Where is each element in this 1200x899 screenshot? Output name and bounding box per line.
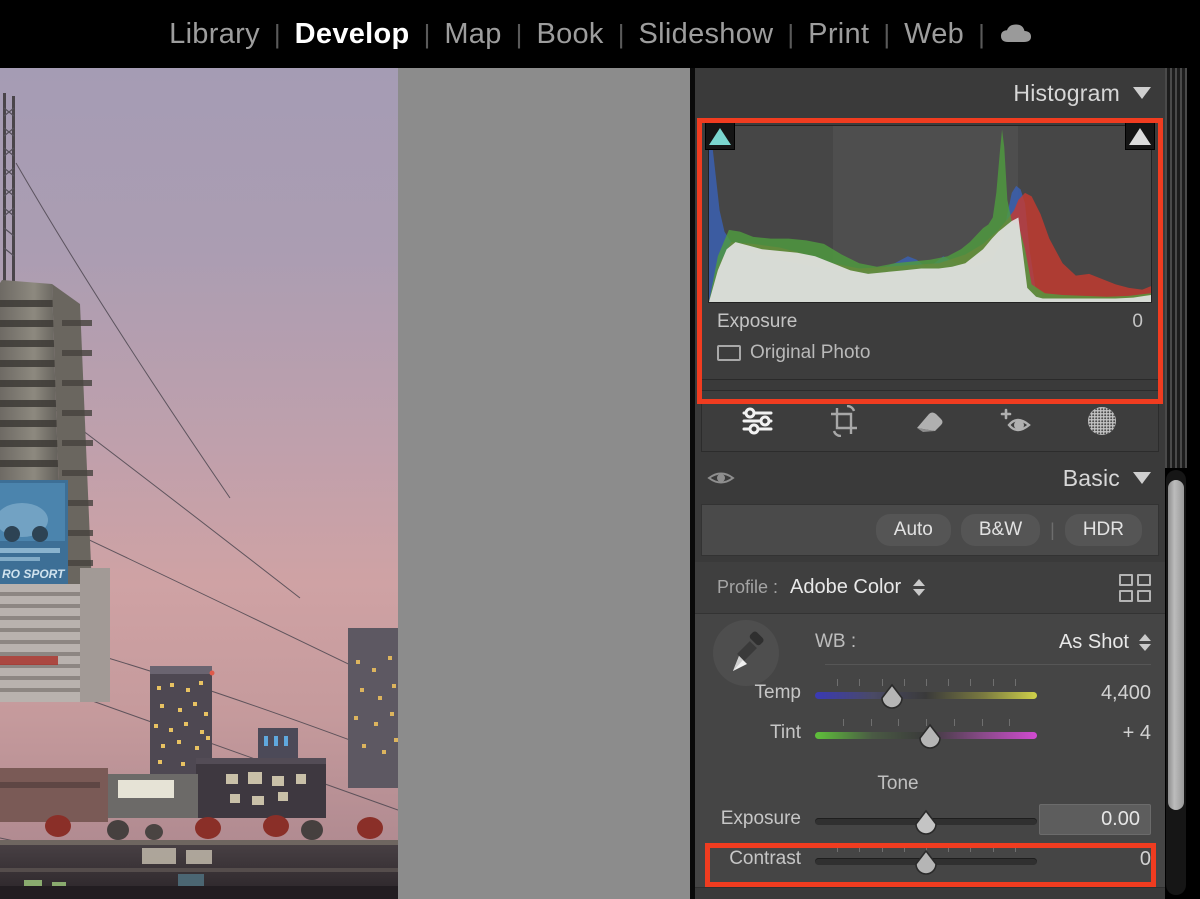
panel-resize-grip[interactable] (1165, 68, 1187, 468)
contrast-label: Contrast (695, 848, 815, 870)
chevron-updown-icon[interactable] (913, 579, 925, 596)
auto-button[interactable]: Auto (876, 514, 951, 546)
exposure-slider-row: Exposure 0.00 (695, 799, 1165, 839)
panel-bottom-strip (695, 887, 1165, 899)
tone-section: Tone Exposure 0.00 Contrast (695, 763, 1165, 887)
tint-label: Tint (695, 722, 815, 744)
temp-value[interactable]: 4,400 (1077, 682, 1151, 705)
tint-slider[interactable] (815, 717, 1037, 749)
masking-icon[interactable] (1083, 402, 1121, 440)
histogram-readout-label: Exposure (717, 311, 797, 333)
temp-handle[interactable] (878, 683, 906, 711)
histogram-curves (709, 126, 1151, 302)
white-balance-section: WB : As Shot Temp 4, (695, 614, 1165, 763)
red-eye-icon[interactable] (997, 402, 1035, 440)
module-separator: | (424, 21, 431, 47)
wb-value[interactable]: As Shot (1059, 631, 1129, 654)
module-separator: | (978, 21, 985, 47)
image-canvas: RO SPORT (0, 68, 690, 899)
temp-slider[interactable] (815, 677, 1037, 709)
triangle-down-icon[interactable] (1133, 87, 1151, 99)
shadow-clipping-triangle-icon[interactable] (705, 122, 735, 150)
temp-track (815, 692, 1037, 699)
basic-header[interactable]: Basic (695, 452, 1165, 504)
wb-label: WB : (815, 631, 856, 653)
profile-value[interactable]: Adobe Color (790, 576, 901, 599)
contrast-slider[interactable] (815, 843, 1037, 875)
contrast-slider-row: Contrast 0 (695, 839, 1165, 879)
module-map[interactable]: Map (430, 20, 515, 49)
module-slideshow[interactable]: Slideshow (625, 20, 788, 49)
basic-title: Basic (1063, 465, 1120, 492)
histogram-readout: Exposure 0 (708, 303, 1152, 339)
rectangle-icon (717, 345, 741, 361)
temp-ticks (815, 679, 1037, 686)
module-library[interactable]: Library (155, 20, 274, 49)
module-bar: Library | Develop | Map | Book | Slidesh… (0, 0, 1200, 68)
exposure-slider[interactable] (815, 803, 1037, 835)
bw-button[interactable]: B&W (961, 514, 1040, 546)
wb-row: WB : As Shot (815, 622, 1165, 662)
histogram-chart[interactable] (708, 125, 1152, 303)
adjust-sliders-icon[interactable] (739, 402, 777, 440)
hdr-button[interactable]: HDR (1065, 514, 1142, 546)
cloud-sync-icon[interactable] (985, 22, 1045, 46)
tone-title: Tone (695, 763, 1101, 799)
treatment-row: Auto B&W | HDR (701, 504, 1159, 556)
tool-strip (701, 390, 1159, 452)
module-separator: | (516, 21, 523, 47)
exposure-label: Exposure (695, 808, 815, 830)
profile-label: Profile : (717, 577, 778, 598)
profile-row: Profile : Adobe Color (695, 562, 1165, 614)
module-book[interactable]: Book (522, 20, 617, 49)
svg-text:RO SPORT: RO SPORT (2, 567, 66, 581)
highlight-clipping-triangle-icon[interactable] (1125, 122, 1155, 150)
tint-value[interactable]: + 4 (1077, 722, 1151, 745)
module-web[interactable]: Web (890, 20, 978, 49)
tint-slider-row: Tint + 4 (695, 713, 1165, 753)
original-photo-label: Original Photo (750, 342, 870, 364)
module-separator: | (618, 21, 625, 47)
module-separator: | (883, 21, 890, 47)
treatment-separator: | (1050, 520, 1055, 541)
histogram-header[interactable]: Histogram (695, 68, 1165, 118)
contrast-handle[interactable] (912, 849, 940, 877)
profile-grid-icon[interactable] (1119, 574, 1151, 602)
triangle-down-icon[interactable] (1133, 472, 1151, 484)
module-develop[interactable]: Develop (281, 20, 424, 49)
exposure-value[interactable]: 0.00 (1039, 804, 1151, 835)
module-separator: | (787, 21, 794, 47)
eye-icon[interactable] (707, 467, 737, 489)
crop-overlay-icon[interactable] (825, 402, 863, 440)
original-photo-row[interactable]: Original Photo (708, 339, 1152, 373)
photo-preview[interactable]: RO SPORT (0, 68, 398, 899)
window-right-edge (1187, 68, 1200, 899)
contrast-value[interactable]: 0 (1077, 848, 1151, 871)
healing-brush-icon[interactable] (911, 402, 949, 440)
module-separator: | (274, 21, 281, 47)
histogram-title: Histogram (1013, 80, 1120, 107)
vertical-scrollbar-thumb[interactable] (1168, 480, 1184, 810)
tint-handle[interactable] (916, 723, 944, 751)
histogram-panel: Exposure 0 Original Photo (701, 118, 1159, 380)
right-panel: Histogram Exposure 0 Original Photo (695, 68, 1165, 899)
temp-slider-row: Temp 4,400 (695, 673, 1165, 713)
wb-divider (825, 664, 1151, 665)
module-nav: Library | Develop | Map | Book | Slidesh… (155, 20, 1045, 49)
lightroom-window: Library | Develop | Map | Book | Slidesh… (0, 0, 1200, 899)
histogram-readout-value: 0 (1132, 311, 1143, 333)
chevron-updown-icon[interactable] (1139, 634, 1151, 651)
exposure-handle[interactable] (912, 809, 940, 837)
temp-label: Temp (695, 682, 815, 704)
module-print[interactable]: Print (794, 20, 883, 49)
